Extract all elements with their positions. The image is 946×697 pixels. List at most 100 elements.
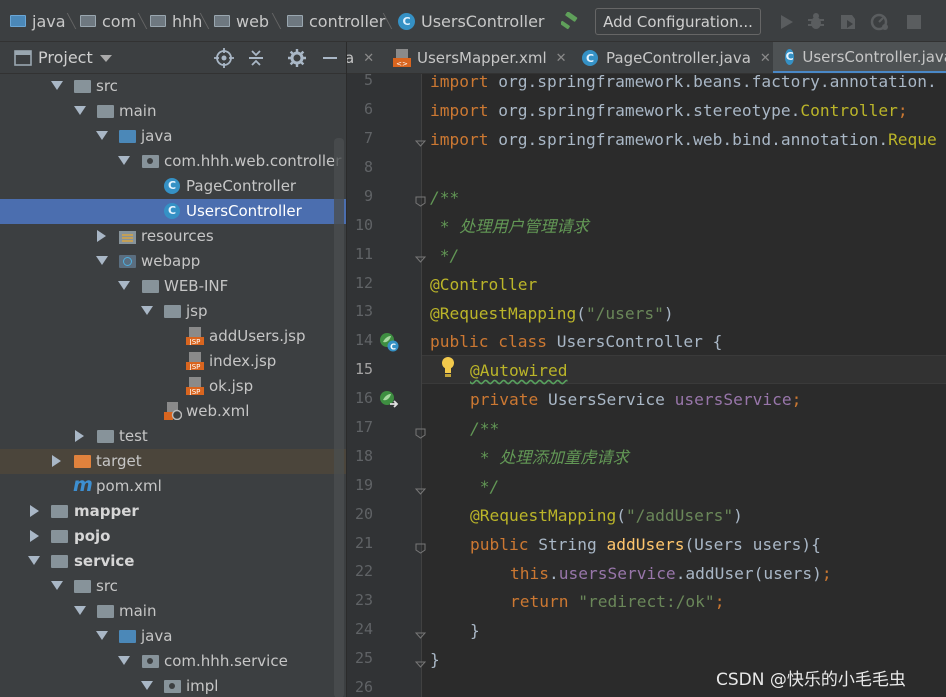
minimize-icon[interactable] [320,48,340,68]
tree-item-main[interactable]: main [0,99,346,124]
profile-icon[interactable] [870,12,890,32]
tree-item-pojo[interactable]: pojo [0,524,346,549]
fold-end-icon[interactable] [415,486,426,497]
autowired-bean-icon[interactable] [379,390,399,410]
close-icon[interactable]: ✕ [760,51,771,66]
code-line-16[interactable]: private UsersService usersService; [470,385,801,414]
lightbulb-icon[interactable] [440,356,456,378]
breadcrumb-controller[interactable]: controller [287,0,385,42]
tree-item-package-service[interactable]: com.hhh.service [0,649,346,674]
debug-icon[interactable] [806,12,826,32]
tree-item-userscontroller[interactable]: C UsersController [0,199,346,224]
tree-item-service-src[interactable]: src [0,574,346,599]
expand-arrow-icon[interactable] [141,681,153,690]
code-line-11[interactable]: */ [430,241,460,270]
fold-start-icon[interactable] [415,428,426,439]
gear-icon[interactable] [287,48,307,68]
breadcrumb-hhh[interactable]: hhh [150,0,202,42]
expand-arrow-icon[interactable] [96,256,108,265]
stop-icon[interactable] [904,12,924,32]
tree-item-target[interactable]: target [0,449,346,474]
expand-arrow-icon[interactable] [51,81,63,90]
breadcrumb-userscontroller[interactable]: C UsersController [398,0,545,42]
fold-start-icon[interactable] [415,543,426,554]
expand-arrow-icon[interactable] [74,606,86,615]
code-line-25[interactable]: } [430,645,440,674]
tab-truncated[interactable]: a✕ [347,42,380,73]
breadcrumb-java[interactable]: java [10,0,66,42]
code-line-6[interactable]: import org.springframework.stereotype.Co… [430,96,908,125]
expand-arrow-icon[interactable] [96,131,108,140]
code-line-7[interactable]: import org.springframework.web.bind.anno… [430,125,937,154]
chevron-down-icon[interactable] [100,55,112,62]
collapse-arrow-icon[interactable] [52,455,61,467]
locate-crosshair-icon[interactable] [214,48,234,68]
tree-item-index-jsp[interactable]: JSP index.jsp [0,349,346,374]
collapse-arrow-icon[interactable] [30,530,39,542]
expand-arrow-icon[interactable] [141,306,153,315]
expand-arrow-icon[interactable] [74,106,86,115]
expand-arrow-icon[interactable] [118,156,130,165]
tree-item-package-controller[interactable]: com.hhh.web.controller [0,149,346,174]
code-line-22[interactable]: this.usersService.addUser(users); [510,559,832,588]
code-line-14[interactable]: public class UsersController { [430,327,722,356]
add-configuration-button[interactable]: Add Configuration... [595,8,761,35]
fold-end-icon[interactable] [415,659,426,670]
project-panel-title[interactable]: Project [38,48,93,67]
code-line-10[interactable]: * 处理用户管理请求 [430,212,589,241]
tree-item-pom-xml[interactable]: m pom.xml [0,474,346,499]
code-line-5[interactable]: import org.springframework.beans.factory… [430,74,937,96]
tab-userscontroller-java[interactable]: C UsersController.java [773,42,946,73]
project-scrollbar[interactable] [334,138,344,697]
code-line-20[interactable]: @RequestMapping("/addUsers") [470,501,743,530]
close-icon[interactable]: ✕ [556,51,567,66]
fold-end-icon[interactable] [415,138,426,149]
expand-arrow-icon[interactable] [118,281,130,290]
code-line-23[interactable]: return "redirect:/ok"; [510,587,724,616]
tree-item-jsp[interactable]: jsp [0,299,346,324]
tree-item-src[interactable]: src [0,74,346,99]
code-line-15[interactable]: @Autowired [470,356,567,385]
tree-item-web-xml[interactable]: web.xml [0,399,346,424]
fold-end-icon[interactable] [415,630,426,641]
tree-item-service-main[interactable]: main [0,599,346,624]
tree-item-adduser-jsp[interactable]: JSP addUsers.jsp [0,324,346,349]
tree-item-package-impl[interactable]: impl [0,674,346,697]
expand-arrow-icon[interactable] [51,581,63,590]
tab-usersmapper-xml[interactable]: <> UsersMapper.xml ✕ [389,42,567,73]
code-line-21[interactable]: public String addUsers(Users users){ [470,530,821,559]
breadcrumb-web[interactable]: web [214,0,269,42]
code-line-19[interactable]: */ [470,472,500,501]
code-line-13[interactable]: @RequestMapping("/users") [430,299,674,328]
code-line-24[interactable]: } [470,616,480,645]
fold-end-icon[interactable] [415,254,426,265]
tree-item-pagecontroller[interactable]: C PageController [0,174,346,199]
code-line-9[interactable]: /** [430,183,459,212]
tree-item-service-java[interactable]: java [0,624,346,649]
build-hammer-icon[interactable] [561,12,583,30]
tree-item-test[interactable]: test [0,424,346,449]
run-icon[interactable] [776,12,796,32]
close-icon[interactable]: ✕ [363,51,374,66]
expand-arrow-icon[interactable] [96,631,108,640]
breadcrumb-com[interactable]: com [80,0,136,42]
code-line-12[interactable]: @Controller [430,270,537,299]
tree-item-service[interactable]: service [0,549,346,574]
collapse-arrow-icon[interactable] [75,430,84,442]
tab-pagecontroller-java[interactable]: C PageController.java ✕ [580,42,771,73]
collapse-arrow-icon[interactable] [97,230,106,242]
fold-start-icon[interactable] [415,196,426,207]
spring-bean-icon[interactable]: C [379,332,399,352]
tree-item-webapp[interactable]: webapp [0,249,346,274]
tree-item-resources[interactable]: resources [0,224,346,249]
expand-arrow-icon[interactable] [28,556,40,565]
tree-item-web-inf[interactable]: WEB-INF [0,274,346,299]
tree-item-ok-jsp[interactable]: JSP ok.jsp [0,374,346,399]
code-line-18[interactable]: * 处理添加童虎请求 [470,443,629,472]
code-editor[interactable]: 5 6 7 8 9 10 11 12 13 14 15 16 17 18 19 … [347,74,946,697]
coverage-icon[interactable] [838,12,858,32]
expand-arrow-icon[interactable] [118,656,130,665]
collapse-arrow-icon[interactable] [30,505,39,517]
tree-item-mapper[interactable]: mapper [0,499,346,524]
tree-item-java[interactable]: java [0,124,346,149]
